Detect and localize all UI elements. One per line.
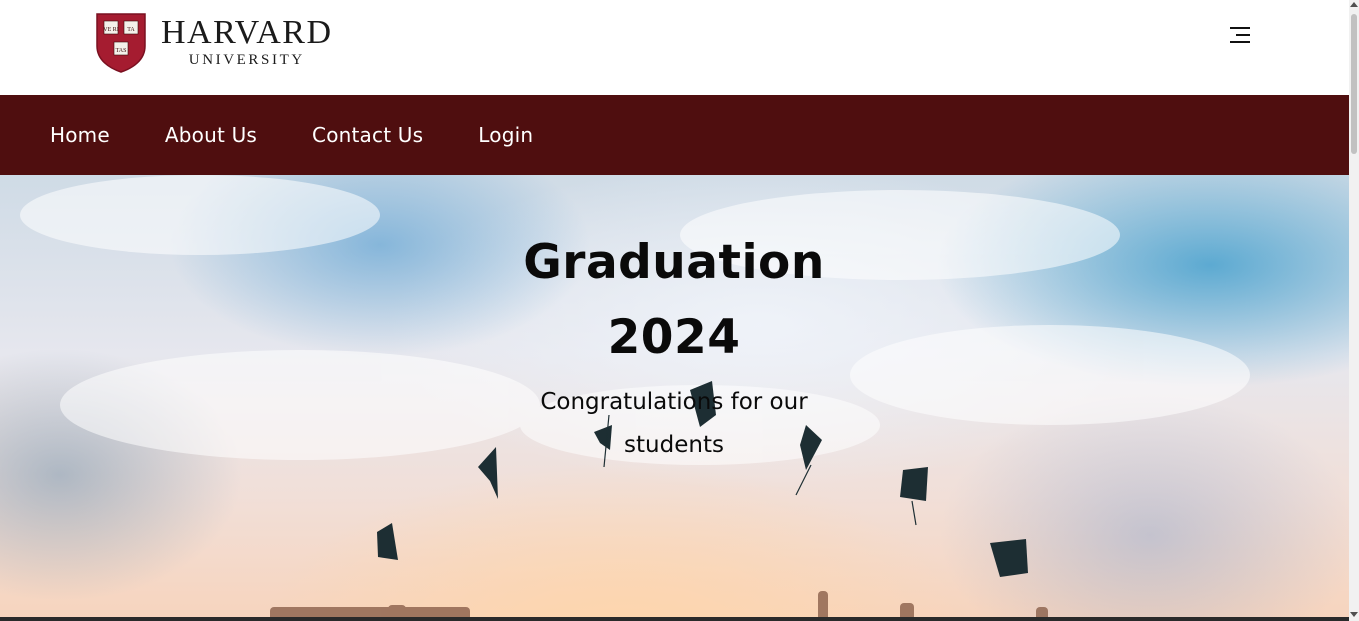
main-navigation: Home About Us Contact Us Login [0, 95, 1349, 175]
nav-link-contact-us[interactable]: Contact Us [312, 123, 423, 147]
hero-text-block: Graduation 2024 Congratulations for our … [474, 225, 874, 467]
page-scrollbar[interactable] [1349, 0, 1359, 621]
hero-title: Graduation 2024 [474, 225, 874, 375]
logo-wordmark: HARVARD UNIVERSITY [161, 16, 333, 70]
svg-text:VE RI: VE RI [103, 27, 119, 33]
svg-text:TA: TA [127, 27, 135, 33]
harvard-shield-icon: VE RI TA TAS [96, 13, 146, 73]
scrollbar-thumb[interactable] [1351, 14, 1357, 154]
scroll-down-icon[interactable] [1350, 612, 1358, 617]
hamburger-menu-icon[interactable] [1226, 24, 1254, 48]
logo-word-harvard: HARVARD [161, 14, 333, 51]
nav-link-login[interactable]: Login [478, 123, 533, 147]
logo-word-university: UNIVERSITY [188, 52, 305, 68]
site-header: VE RI TA TAS HARVARD UNIVERSITY [0, 0, 1349, 95]
hero-title-line-1: Graduation [523, 235, 825, 290]
scroll-up-icon[interactable] [1350, 2, 1358, 7]
svg-text:TAS: TAS [116, 48, 127, 54]
hero-title-line-2: 2024 [607, 310, 741, 365]
nav-link-about-us[interactable]: About Us [165, 123, 257, 147]
nav-link-home[interactable]: Home [50, 123, 110, 147]
hero-banner: Graduation 2024 Congratulations for our … [0, 175, 1349, 621]
harvard-logo[interactable]: VE RI TA TAS HARVARD UNIVERSITY [95, 12, 333, 74]
hero-subtitle: Congratulations for our students [540, 389, 808, 458]
